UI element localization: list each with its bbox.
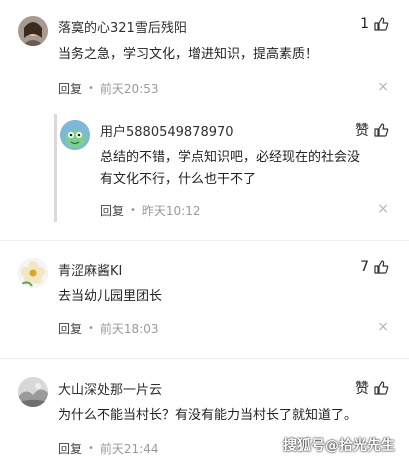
watermark: 搜狐号@拾光先生 <box>283 438 395 454</box>
thumbs-up-icon <box>373 122 389 138</box>
comment-text-line: 总结的不错，学点知识吧，必经现在的社会没 <box>100 150 361 165</box>
user-avatar-image <box>18 377 48 407</box>
thumbs-up-icon <box>373 259 389 275</box>
separator-dot: • <box>130 205 136 216</box>
comment-username[interactable]: 青涩麻酱KI <box>58 260 122 279</box>
user-avatar-image <box>18 258 48 288</box>
comment-time: 前天21:44 <box>99 442 159 456</box>
avatar[interactable] <box>18 258 48 288</box>
comment-text-line: 有文化不行，什么也干不了 <box>100 172 257 187</box>
like-button[interactable]: 1 <box>360 16 389 32</box>
comment-text: 当务之急，学习文化，增进知识，提高素质！ <box>58 47 319 62</box>
comment-time: 前天20:53 <box>99 82 159 96</box>
reply-button[interactable]: 回复 <box>100 202 124 219</box>
avatar[interactable] <box>60 120 90 150</box>
comment-divider <box>0 358 409 359</box>
reply-button[interactable]: 回复 <box>58 440 82 457</box>
like-button[interactable]: 赞 <box>355 378 389 398</box>
like-count: 赞 <box>355 123 369 139</box>
comment-username[interactable]: 大山深处那一片云 <box>58 379 162 398</box>
like-count: 赞 <box>355 381 369 397</box>
comment-meta: 回复 • 前天18:03 <box>58 320 159 337</box>
avatar[interactable] <box>18 16 48 46</box>
comment-divider <box>0 240 409 241</box>
user-avatar-image <box>18 16 48 46</box>
comment-username[interactable]: 用户5880549878970 <box>100 121 234 140</box>
comment-text: 总结的不错，学点知识吧，必经现在的社会没 有文化不行，什么也干不了 <box>100 147 360 191</box>
like-count: 1 <box>360 16 369 32</box>
comment-username[interactable]: 落寞的心321雪后残阳 <box>58 17 187 36</box>
separator-dot: • <box>88 83 94 94</box>
reply-thread-indicator <box>54 114 57 222</box>
separator-dot: • <box>88 323 94 334</box>
separator-dot: • <box>88 443 94 454</box>
comment-meta: 回复 • 前天20:53 <box>58 80 159 97</box>
avatar[interactable] <box>18 377 48 407</box>
comment-meta: 回复 • 前天21:44 <box>58 440 159 457</box>
reply-button[interactable]: 回复 <box>58 80 82 97</box>
close-icon[interactable]: × <box>377 320 389 334</box>
comment-text: 为什么不能当村长？有没有能力当村长了就知道了。 <box>58 408 358 423</box>
like-button[interactable]: 7 <box>360 259 389 275</box>
like-button[interactable]: 赞 <box>355 120 389 140</box>
thumbs-up-icon <box>373 380 389 396</box>
like-count: 7 <box>360 259 369 275</box>
comment-time: 前天18:03 <box>99 322 159 336</box>
close-icon[interactable]: × <box>377 80 389 94</box>
comment-text: 去当幼儿园里团长 <box>58 289 163 304</box>
user-avatar-image <box>60 120 90 150</box>
thumbs-up-icon <box>373 16 389 32</box>
comment-meta: 回复 • 昨天10:12 <box>100 202 201 219</box>
comment-time: 昨天10:12 <box>141 204 201 218</box>
close-icon[interactable]: × <box>377 202 389 216</box>
reply-button[interactable]: 回复 <box>58 320 82 337</box>
